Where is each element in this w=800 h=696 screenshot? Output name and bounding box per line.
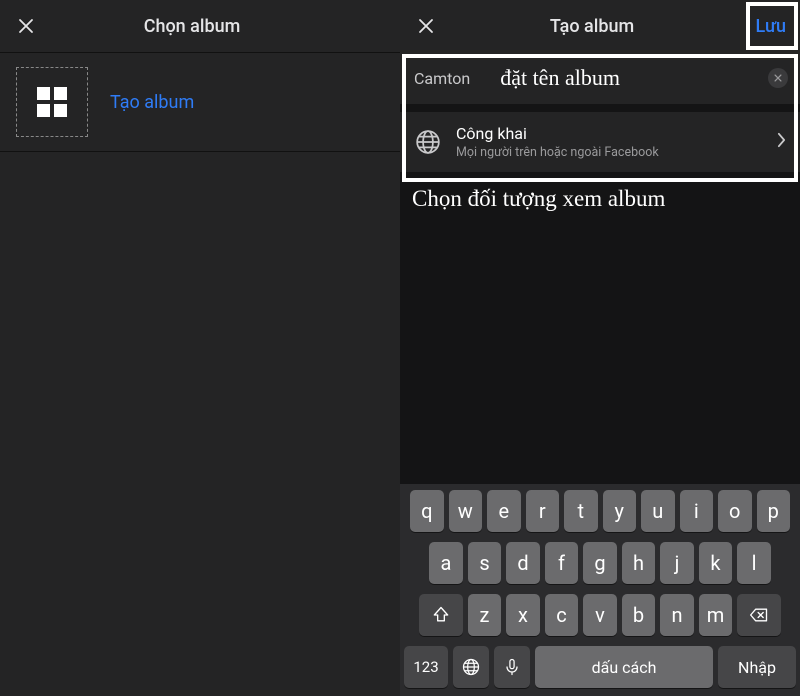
key-i[interactable]: i — [680, 490, 714, 532]
key-n[interactable]: n — [660, 594, 694, 636]
key-z[interactable]: z — [468, 594, 502, 636]
separator — [400, 104, 800, 112]
chevron-right-icon — [777, 132, 786, 152]
audience-caption: Chọn đối tượng xem album — [400, 172, 800, 212]
create-album-pane: Tạo album Lưu Camton đặt tên album Công … — [400, 0, 800, 696]
key-p[interactable]: p — [757, 490, 791, 532]
create-album-label: Tạo album — [110, 92, 194, 113]
key-l[interactable]: l — [737, 542, 771, 584]
keyboard-row-4: 123 dấu cách Nhập — [404, 646, 796, 688]
key-x[interactable]: x — [506, 594, 540, 636]
create-album-header: Tạo album Lưu — [400, 0, 800, 52]
onscreen-keyboard: qwertyuiop asdfghjkl zxcvbnm 123 dấu các… — [400, 484, 800, 696]
key-k[interactable]: k — [699, 542, 733, 584]
album-name-field[interactable]: Camton đặt tên album — [400, 52, 800, 104]
privacy-text: Công khai Mọi người trên hoặc ngoài Face… — [456, 124, 777, 160]
key-s[interactable]: s — [468, 542, 502, 584]
album-list: Tạo album — [0, 52, 400, 696]
globe-key[interactable] — [453, 646, 489, 688]
key-f[interactable]: f — [545, 542, 579, 584]
globe-icon — [414, 128, 442, 156]
numbers-key[interactable]: 123 — [404, 646, 448, 688]
privacy-selector[interactable]: Công khai Mọi người trên hoặc ngoài Face… — [400, 112, 800, 172]
create-album-row[interactable]: Tạo album — [0, 52, 400, 152]
keyboard-row-3: zxcvbnm — [404, 594, 796, 636]
privacy-title: Công khai — [456, 124, 777, 143]
key-t[interactable]: t — [564, 490, 598, 532]
choose-album-title: Chọn album — [38, 16, 346, 37]
key-r[interactable]: r — [526, 490, 560, 532]
create-album-placeholder-icon — [16, 67, 88, 137]
mic-key[interactable] — [494, 646, 530, 688]
key-e[interactable]: e — [487, 490, 521, 532]
shift-key[interactable] — [419, 594, 463, 636]
content-spacer — [400, 212, 800, 484]
space-key[interactable]: dấu cách — [535, 646, 713, 688]
create-album-title: Tạo album — [438, 16, 746, 37]
key-w[interactable]: w — [449, 490, 483, 532]
key-h[interactable]: h — [622, 542, 656, 584]
keyboard-row-1: qwertyuiop — [404, 490, 796, 532]
key-b[interactable]: b — [622, 594, 656, 636]
key-c[interactable]: c — [545, 594, 579, 636]
key-v[interactable]: v — [583, 594, 617, 636]
key-m[interactable]: m — [699, 594, 733, 636]
enter-key[interactable]: Nhập — [718, 646, 796, 688]
key-u[interactable]: u — [641, 490, 675, 532]
key-a[interactable]: a — [429, 542, 463, 584]
privacy-subtitle: Mọi người trên hoặc ngoài Facebook — [456, 145, 777, 160]
key-y[interactable]: y — [603, 490, 637, 532]
key-d[interactable]: d — [506, 542, 540, 584]
choose-album-header: Chọn album — [0, 0, 400, 52]
keyboard-row-2: asdfghjkl — [404, 542, 796, 584]
clear-input-icon[interactable] — [768, 68, 788, 88]
key-j[interactable]: j — [660, 542, 694, 584]
key-g[interactable]: g — [583, 542, 617, 584]
close-icon[interactable] — [414, 14, 438, 38]
key-o[interactable]: o — [718, 490, 752, 532]
backspace-key[interactable] — [737, 594, 781, 636]
close-icon[interactable] — [14, 14, 38, 38]
album-name-placeholder: đặt tên album — [500, 65, 620, 91]
save-button[interactable]: Lưu — [756, 16, 786, 37]
album-name-prefix: Camton — [414, 69, 470, 88]
key-q[interactable]: q — [410, 490, 444, 532]
choose-album-pane: Chọn album Tạo album — [0, 0, 400, 696]
